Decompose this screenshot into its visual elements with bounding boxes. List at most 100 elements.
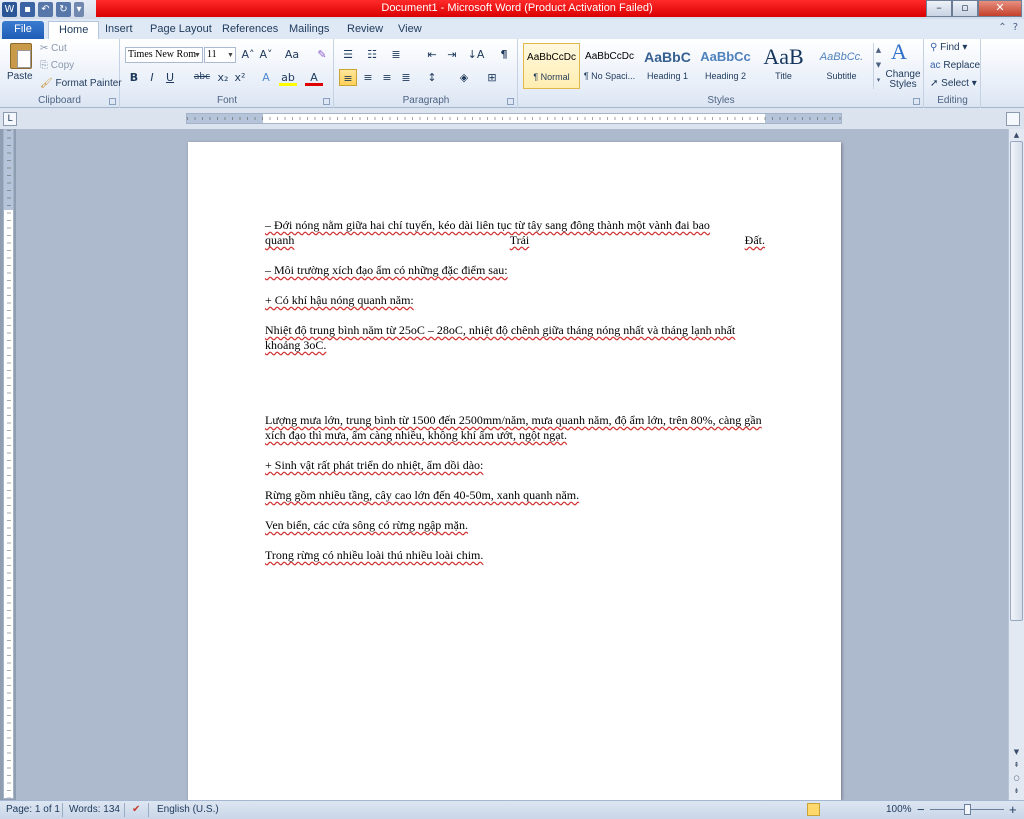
paragraph[interactable]: Ven biển, các cửa sông có rừng ngập mặn. (265, 518, 765, 533)
redo-icon[interactable]: ↻ (56, 1, 71, 17)
line-spacing-icon[interactable]: ↕ (423, 69, 441, 86)
zoom-out-button[interactable]: − (917, 802, 925, 817)
scroll-thumb[interactable] (1010, 141, 1023, 621)
styles-dialog-launcher[interactable] (913, 98, 920, 105)
shrink-font-button[interactable]: A˅ (257, 46, 275, 63)
vertical-ruler[interactable] (3, 129, 14, 799)
zoom-in-button[interactable]: + (1009, 802, 1017, 817)
paragraph[interactable]: – Đới nóng nằm giữa hai chí tuyến, kéo d… (265, 218, 765, 248)
paste-button[interactable]: Paste (7, 71, 33, 82)
draft-view-icon[interactable] (867, 803, 880, 816)
close-button[interactable]: ✕ (978, 0, 1022, 17)
full-screen-reading-view-icon[interactable] (822, 803, 835, 816)
next-page-icon[interactable]: ⇟ (1009, 785, 1024, 797)
previous-page-icon[interactable]: ⇞ (1009, 759, 1024, 771)
empty-paragraph[interactable] (265, 368, 765, 383)
zoom-level[interactable]: 100% (886, 804, 912, 815)
align-center-icon[interactable]: ≡ (359, 69, 377, 86)
multilevel-list-icon[interactable]: ≣ (387, 46, 405, 63)
bullets-icon[interactable]: ☰ (339, 46, 357, 63)
page-count[interactable]: Page: 1 of 1 (6, 804, 60, 815)
style-subtitle[interactable]: AaBbCc. Subtitle (813, 43, 870, 89)
subscript-button[interactable]: x₂ (214, 69, 232, 86)
save-icon[interactable]: ▪ (20, 1, 35, 17)
font-color-button[interactable]: A (305, 69, 323, 86)
copy-button[interactable]: ⎘ Copy (40, 60, 74, 71)
maximize-button[interactable]: ▫ (952, 0, 978, 17)
style-title[interactable]: AaB Title (755, 43, 812, 89)
browse-object-icon[interactable]: ○ (1009, 772, 1024, 784)
paragraph[interactable]: + Có khí hậu nóng quanh năm: (265, 293, 765, 308)
font-name-combo[interactable]: Times New Rom ▼ (125, 47, 203, 63)
customize-qat-icon[interactable]: ▾ (74, 1, 84, 17)
replace-button[interactable]: ac Replace (930, 60, 980, 71)
clear-formatting-button[interactable]: ✎ (313, 46, 331, 63)
font-dialog-launcher[interactable] (323, 98, 330, 105)
scroll-down-arrow[interactable]: ▼ (1009, 746, 1024, 758)
minimize-ribbon-icon[interactable]: ⌃ (998, 22, 1006, 33)
paragraph[interactable]: Rừng gồm nhiều tầng, cây cao lớn đến 40-… (265, 488, 765, 503)
tab-references[interactable]: References (212, 21, 288, 39)
shading-icon[interactable]: ◈ (455, 69, 473, 86)
superscript-button[interactable]: x² (231, 69, 249, 86)
format-painter-button[interactable]: 🖌 Format Painter (40, 78, 122, 89)
font-size-combo[interactable]: 11 ▼ (204, 47, 236, 63)
paragraph[interactable]: Trong rừng có nhiều loài thú nhiều loài … (265, 548, 765, 563)
zoom-slider-thumb[interactable] (964, 804, 971, 815)
document-body[interactable]: – Đới nóng nằm giữa hai chí tuyến, kéo d… (265, 218, 765, 578)
paragraph[interactable]: + Sinh vật rất phát triển do nhiệt, ẩm d… (265, 458, 765, 473)
paragraph[interactable]: Lượng mưa lớn, trung bình từ 1500 đến 25… (265, 413, 765, 443)
scroll-up-arrow[interactable]: ▲ (1009, 129, 1024, 141)
cut-button[interactable]: ✂ Cut (40, 43, 67, 54)
language-indicator[interactable]: English (U.S.) (157, 804, 219, 815)
minimize-button[interactable]: – (926, 0, 952, 17)
sort-button[interactable]: ↓A (467, 46, 485, 63)
tab-home[interactable]: Home (48, 21, 100, 39)
italic-button[interactable]: I (143, 69, 161, 86)
help-icon[interactable]: ? (1013, 22, 1018, 33)
outline-view-icon[interactable] (852, 803, 865, 816)
tab-insert[interactable]: Insert (95, 21, 143, 39)
increase-indent-icon[interactable]: ⇥ (443, 46, 461, 63)
styles-gallery-scroll[interactable]: ▲ ▼ ▾ (873, 43, 883, 89)
borders-icon[interactable]: ⊞ (483, 69, 501, 86)
grow-font-button[interactable]: A˄ (239, 46, 257, 63)
tab-page-layout[interactable]: Page Layout (140, 21, 222, 39)
tab-selector[interactable]: L (3, 112, 17, 126)
view-ruler-icon[interactable] (1006, 112, 1020, 126)
vertical-scrollbar[interactable]: ▲ ▼ ⇞ ○ ⇟ (1008, 129, 1024, 800)
word-app-icon[interactable]: W (2, 1, 17, 17)
align-left-icon[interactable]: ≡ (339, 69, 357, 86)
underline-button[interactable]: U (161, 69, 179, 86)
highlight-button[interactable]: ab (279, 69, 297, 86)
paragraph[interactable]: Nhiệt độ trung bình năm từ 25oC – 28oC, … (265, 323, 765, 353)
style-no-spacing[interactable]: AaBbCcDc ¶ No Spaci... (581, 43, 638, 89)
web-layout-view-icon[interactable] (837, 803, 850, 816)
print-layout-view-icon[interactable] (807, 803, 820, 816)
word-count[interactable]: Words: 134 (69, 804, 120, 815)
tab-view[interactable]: View (388, 21, 432, 39)
paragraph[interactable]: – Môi trường xích đạo ẩm có những đặc đi… (265, 263, 765, 278)
style-normal[interactable]: AaBbCcDc ¶ Normal (523, 43, 580, 89)
style-heading-1[interactable]: AaBbC Heading 1 (639, 43, 696, 89)
proofing-icon[interactable]: ✔ (132, 804, 140, 815)
change-styles-button[interactable]: Change Styles (885, 70, 921, 90)
decrease-indent-icon[interactable]: ⇤ (423, 46, 441, 63)
clipboard-dialog-launcher[interactable] (109, 98, 116, 105)
text-effects-button[interactable]: A (257, 69, 275, 86)
change-case-button[interactable]: Aa (281, 46, 303, 63)
paragraph-dialog-launcher[interactable] (507, 98, 514, 105)
justify-icon[interactable]: ≣ (397, 69, 415, 86)
horizontal-ruler[interactable] (186, 113, 842, 124)
strikethrough-button[interactable]: abc (191, 69, 213, 86)
find-button[interactable]: ⚲ Find ▾ (930, 42, 967, 53)
undo-icon[interactable]: ↶ (38, 1, 53, 17)
show-hide-button[interactable]: ¶ (495, 46, 513, 63)
tab-review[interactable]: Review (337, 21, 393, 39)
select-button[interactable]: ➚ Select ▾ (930, 78, 977, 89)
bold-button[interactable]: B (125, 69, 143, 86)
document-page[interactable]: – Đới nóng nằm giữa hai chí tuyến, kéo d… (188, 142, 841, 800)
align-right-icon[interactable]: ≡ (378, 69, 396, 86)
paste-icon[interactable] (10, 43, 32, 69)
tab-file[interactable]: File (2, 21, 44, 39)
